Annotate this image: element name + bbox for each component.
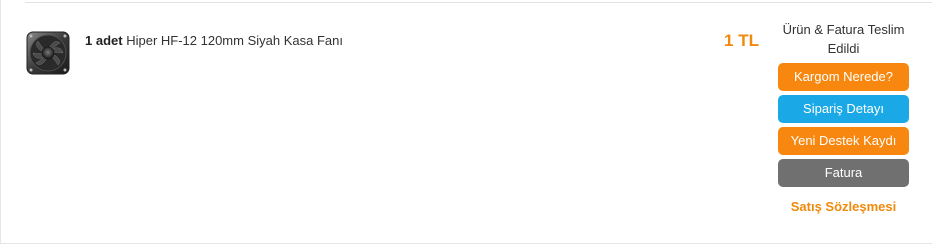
- new-support-ticket-button[interactable]: Yeni Destek Kaydı: [778, 127, 909, 155]
- product-quantity: 1 adet: [85, 33, 123, 48]
- item-price: 1 TL: [724, 31, 759, 50]
- order-item-card: 1 adet Hiper HF-12 120mm Siyah Kasa Fanı…: [0, 0, 932, 244]
- top-divider: [25, 2, 932, 3]
- order-actions: Ürün & Fatura Teslim Edildi Kargom Nered…: [777, 20, 910, 214]
- case-fan-image[interactable]: [26, 31, 70, 75]
- order-detail-button[interactable]: Sipariş Detayı: [778, 95, 909, 123]
- product-title[interactable]: 1 adet Hiper HF-12 120mm Siyah Kasa Fanı: [85, 33, 343, 48]
- invoice-button[interactable]: Fatura: [778, 159, 909, 187]
- product-name[interactable]: Hiper HF-12 120mm Siyah Kasa Fanı: [126, 33, 343, 48]
- track-cargo-button[interactable]: Kargom Nerede?: [778, 63, 909, 91]
- sales-contract-link[interactable]: Satış Sözleşmesi: [777, 199, 910, 214]
- delivery-status: Ürün & Fatura Teslim Edildi: [782, 22, 905, 56]
